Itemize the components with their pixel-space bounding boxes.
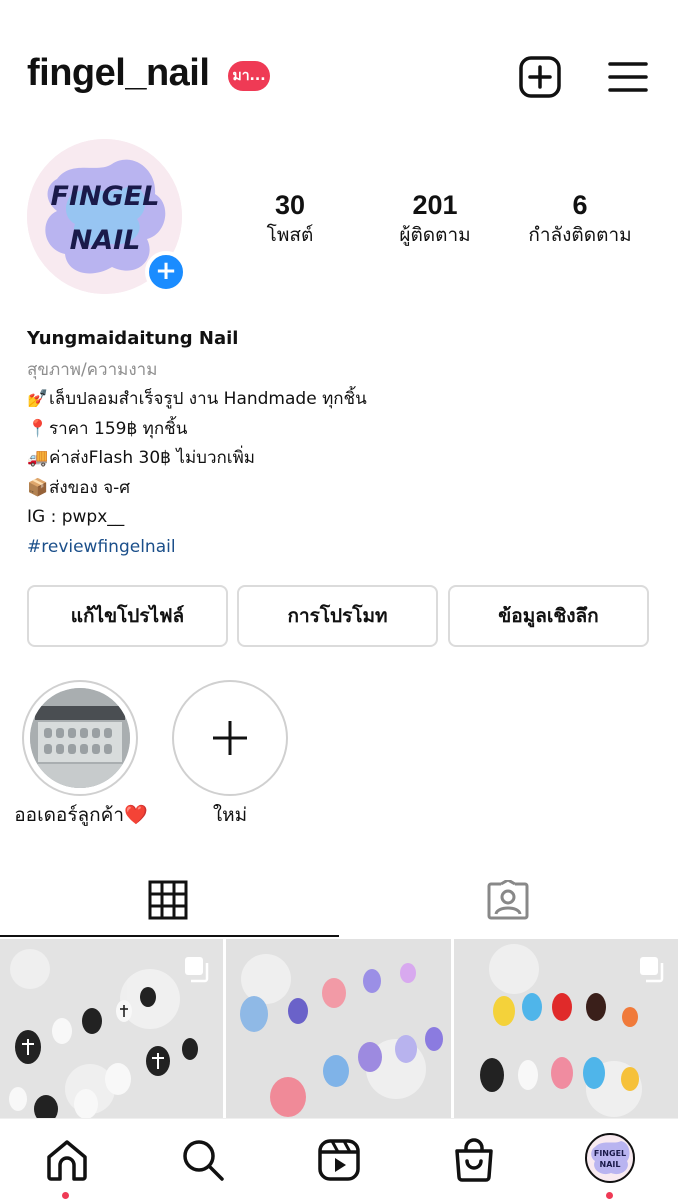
bio-line-text: เล็บปลอมสำเร็จรูป งาน Handmade ทุกชิ้น: [49, 389, 367, 409]
home-icon[interactable]: [44, 1137, 90, 1183]
highlight-label-text: ออเดอร์ลูกค้า: [14, 804, 125, 826]
bio-line: 💅เล็บปลอมสำเร็จรูป งาน Handmade ทุกชิ้น: [27, 385, 657, 415]
bio-line-text: ราคา 159฿ ทุกชิ้น: [49, 418, 188, 439]
pin-icon: 📍: [27, 418, 49, 439]
highlight-orders[interactable]: [22, 680, 138, 796]
account-username[interactable]: fingel_nail: [27, 52, 210, 95]
avatar-logo-line1: FINGEL: [51, 181, 160, 212]
posts-count: 30: [274, 190, 306, 220]
add-story-button[interactable]: +: [145, 251, 187, 293]
multiple-posts-icon: [640, 957, 664, 983]
profile-tab-logo: FINGEL NAIL: [591, 1141, 630, 1175]
profile-notification-dot: [606, 1192, 613, 1199]
profile-tab-logo-line1: FINGEL: [594, 1149, 626, 1158]
highlight-thumbnail: [30, 688, 130, 788]
bio-line-text: ค่าส่งFlash 30฿ ไม่บวกเพิ่ม: [49, 448, 256, 468]
plus-icon: [213, 721, 247, 755]
insights-button[interactable]: ข้อมูลเชิงลึก: [448, 585, 649, 647]
avatar-logo-line2: NAIL: [70, 225, 141, 256]
promote-button[interactable]: การโปรโมท: [237, 585, 438, 647]
profile-avatar-tab[interactable]: FINGEL NAIL: [585, 1133, 635, 1183]
nail-polish-icon: 💅: [27, 389, 49, 409]
grid-icon: [148, 880, 188, 920]
home-notification-dot: [62, 1192, 69, 1199]
bio-line: 🚚ค่าส่งFlash 30฿ ไม่บวกเพิ่ม: [27, 444, 657, 474]
highlight-label-new: ใหม่: [212, 804, 248, 826]
ig-handle: IG : pwpx__: [27, 507, 125, 527]
truck-icon: 🚚: [27, 448, 49, 468]
post-image: [226, 939, 451, 1119]
heart-icon: ❤️: [124, 804, 148, 826]
edit-profile-button[interactable]: แก้ไขโปรไฟล์: [27, 585, 228, 647]
stat-following[interactable]: 6 กำลังติดตาม: [505, 188, 655, 248]
tab-posts-grid[interactable]: [0, 863, 339, 937]
tagged-person-icon: [487, 880, 529, 920]
stat-posts[interactable]: 30 โพสต์: [215, 188, 365, 248]
bio-line: 📍ราคา 159฿ ทุกชิ้น: [27, 415, 657, 445]
tab-tagged[interactable]: [339, 863, 678, 937]
profile-tab-logo-line2: NAIL: [600, 1160, 621, 1169]
new-highlight-button[interactable]: [172, 680, 288, 796]
package-icon: 📦: [27, 477, 49, 498]
stat-followers[interactable]: 201 ผู้ติดตาม: [360, 188, 510, 248]
post-thumbnail[interactable]: [454, 939, 678, 1119]
display-name: Yungmaidaitung Nail: [27, 328, 239, 349]
followers-label: ผู้ติดตาม: [399, 224, 471, 246]
notification-badge[interactable]: มา...: [228, 61, 270, 91]
posts-label: โพสต์: [266, 224, 314, 246]
post-thumbnail[interactable]: [0, 939, 223, 1119]
bio-line-text: ส่งของ จ-ศ: [49, 477, 131, 498]
highlight-label-orders: ออเดอร์ลูกค้า❤️: [8, 800, 154, 830]
bottom-navigation: FINGEL NAIL: [0, 1118, 678, 1200]
top-bar: fingel_nail มา...: [0, 0, 678, 130]
post-thumbnail[interactable]: [226, 939, 451, 1119]
search-icon[interactable]: [180, 1137, 226, 1183]
multiple-posts-icon: [185, 957, 209, 983]
plus-square-icon[interactable]: [519, 56, 561, 98]
hamburger-menu-icon[interactable]: [607, 56, 649, 98]
reels-icon[interactable]: [316, 1137, 362, 1183]
bio-line: 📦ส่งของ จ-ศ: [27, 474, 657, 504]
shop-icon[interactable]: [451, 1137, 497, 1183]
category-label: สุขภาพ/ความงาม: [27, 360, 158, 380]
following-count: 6: [572, 190, 588, 220]
followers-count: 201: [412, 190, 458, 220]
following-label: กำลังติดตาม: [528, 224, 632, 246]
hashtag-link[interactable]: #reviewfingelnail: [27, 533, 657, 562]
profile-bio: Yungmaidaitung Nail สุขภาพ/ความงาม 💅เล็บ…: [27, 325, 657, 562]
